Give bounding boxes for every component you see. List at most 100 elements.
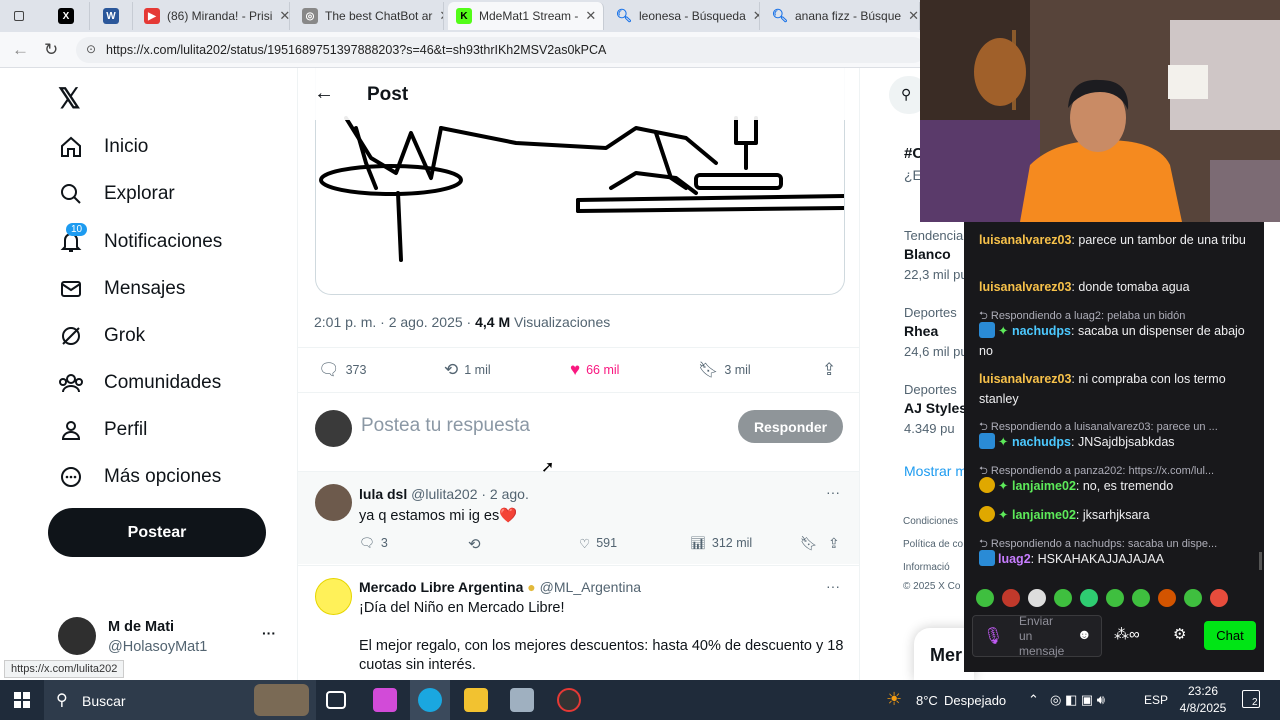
back-arrow-icon[interactable]: ← bbox=[314, 82, 334, 105]
tab-actions-icon[interactable] bbox=[6, 2, 32, 30]
system-tray-icons[interactable]: ◎ ◧ ▣ 🔊︎ bbox=[1050, 692, 1105, 708]
tab-youtube[interactable]: ▶ (86) Miranda! - Prisi ✕ bbox=[136, 2, 290, 30]
show-more-link[interactable]: Mostrar m bbox=[904, 463, 967, 479]
author-name[interactable]: Mercado Libre Argentina bbox=[359, 579, 523, 595]
nav-item-notificaciones[interactable]: 10 Notificaciones bbox=[58, 223, 222, 255]
emote-icon[interactable] bbox=[1158, 589, 1176, 607]
chat-username[interactable]: nachudps bbox=[1012, 435, 1071, 449]
close-icon[interactable]: ✕ bbox=[753, 8, 759, 24]
close-icon[interactable]: ✕ bbox=[585, 8, 596, 24]
author-name[interactable]: lula dsl bbox=[359, 486, 407, 502]
close-icon[interactable]: ✕ bbox=[279, 8, 289, 24]
badge-icon bbox=[979, 433, 995, 449]
footer-link[interactable]: Informació bbox=[903, 562, 950, 573]
tab-kick[interactable]: K MdeMat1 Stream - ✕ bbox=[448, 2, 604, 30]
language-indicator[interactable]: ESP bbox=[1144, 693, 1168, 707]
nav-item-inicio[interactable]: Inicio bbox=[58, 134, 148, 160]
chat-username[interactable]: luisanalvarez03 bbox=[979, 280, 1071, 294]
chat-send-button[interactable]: Chat bbox=[1204, 621, 1256, 650]
tab-x[interactable]: X bbox=[50, 2, 90, 30]
notifications-icon[interactable]: 2 bbox=[1242, 690, 1260, 708]
file-explorer-icon[interactable] bbox=[464, 688, 488, 712]
emote-icon[interactable] bbox=[1054, 589, 1072, 607]
windows-start-icon[interactable] bbox=[14, 692, 30, 708]
copilot-icon[interactable] bbox=[373, 688, 397, 712]
more-icon[interactable]: ··· bbox=[826, 578, 840, 594]
clock-time[interactable]: 23:26 bbox=[1178, 684, 1228, 698]
tab-search-leonesa[interactable]: 🔍︎ leonesa - Búsqueda ✕ bbox=[608, 2, 760, 30]
emoji-icon[interactable]: ☻ bbox=[1077, 626, 1092, 642]
app-icon[interactable] bbox=[510, 688, 534, 712]
reply-tweet[interactable]: lula dsl @lulita202 · 2 ago. ··· ya q es… bbox=[298, 472, 859, 564]
tab-word[interactable]: W bbox=[95, 2, 133, 30]
views-count: 4,4 M bbox=[475, 314, 511, 330]
edge-icon[interactable] bbox=[418, 688, 442, 712]
tab-chatbot[interactable]: ◎ The best ChatBot ar ✕ bbox=[294, 2, 444, 30]
reply-button[interactable]: Responder bbox=[738, 410, 843, 443]
nav-item-mas-opciones[interactable]: Más opciones bbox=[58, 464, 221, 490]
share-icon[interactable]: ⇪ bbox=[828, 535, 840, 552]
site-info-icon[interactable]: ⊙ bbox=[86, 42, 96, 56]
trend-name[interactable]: Rhea bbox=[904, 323, 938, 339]
microphone-icon[interactable]: 🎙︎ bbox=[983, 626, 1003, 646]
emote-icon[interactable] bbox=[1210, 589, 1228, 607]
chat-input[interactable]: 🎙︎ Enviar un mensaje ☻ bbox=[972, 614, 1102, 658]
emote-icon[interactable] bbox=[1132, 589, 1150, 607]
weather-text[interactable]: Despejado bbox=[944, 693, 1006, 708]
emote-icon[interactable] bbox=[1184, 589, 1202, 607]
nav-item-comunidades[interactable]: Comunidades bbox=[58, 370, 221, 396]
trend-name[interactable]: Blanco bbox=[904, 246, 951, 262]
account-switcher[interactable]: M de Mati @HolasoyMat1 ··· bbox=[58, 615, 283, 660]
chat-scrollbar[interactable] bbox=[1259, 552, 1262, 570]
settings-gear-icon[interactable]: ⚙ bbox=[1173, 625, 1186, 643]
chevron-up-icon[interactable]: ⌃ bbox=[1028, 692, 1039, 708]
close-icon[interactable]: ✕ bbox=[908, 8, 919, 24]
taskbar-search[interactable]: ⚲ Buscar bbox=[44, 680, 316, 720]
views-action[interactable]: 📊︎ 312 mil bbox=[690, 536, 752, 551]
repost-icon[interactable]: ⟲ bbox=[468, 535, 481, 553]
bits-icon[interactable]: ⁂∞ bbox=[1114, 625, 1140, 643]
chat-username[interactable]: lanjaime02 bbox=[1012, 508, 1076, 522]
emote-icon[interactable] bbox=[1002, 589, 1020, 607]
nav-item-grok[interactable]: Grok bbox=[58, 323, 145, 349]
clock-date[interactable]: 4/8/2025 bbox=[1172, 701, 1234, 715]
chat-username[interactable]: luisanalvarez03 bbox=[979, 372, 1071, 386]
trend-name[interactable]: AJ Styles bbox=[904, 400, 967, 416]
close-icon[interactable]: ✕ bbox=[439, 8, 443, 24]
chat-username[interactable]: luag2 bbox=[998, 552, 1031, 566]
back-arrow-icon[interactable]: ← bbox=[12, 40, 29, 60]
emote-icon[interactable] bbox=[1106, 589, 1124, 607]
weather-temp[interactable]: 8°C bbox=[916, 693, 938, 708]
like-action[interactable]: ♥ 66 mil bbox=[570, 360, 619, 380]
reply-input[interactable]: Postea tu respuesta bbox=[361, 415, 530, 437]
footer-link[interactable]: Condiciones bbox=[903, 516, 958, 527]
emote-icon[interactable] bbox=[976, 589, 994, 607]
like-action[interactable]: ♡ 591 bbox=[579, 536, 617, 551]
share-icon[interactable]: ⇪ bbox=[822, 360, 836, 380]
chat-username[interactable]: luisanalvarez03 bbox=[979, 233, 1071, 247]
url-input[interactable]: ⊙ https://x.com/lulita202/status/1951689… bbox=[76, 37, 926, 63]
emote-icon[interactable] bbox=[1080, 589, 1098, 607]
reload-icon[interactable]: ↻ bbox=[44, 40, 58, 60]
task-view-icon[interactable] bbox=[326, 691, 346, 709]
emote-icon[interactable] bbox=[1028, 589, 1046, 607]
nav-item-mensajes[interactable]: Mensajes bbox=[58, 276, 185, 302]
obs-icon[interactable] bbox=[557, 688, 581, 712]
tab-search-anana[interactable]: 🔍︎ anana fizz - Búsque ✕ bbox=[764, 2, 920, 30]
footer-link[interactable]: Política de co bbox=[903, 539, 963, 550]
post-button[interactable]: Postear bbox=[48, 508, 266, 557]
nav-item-perfil[interactable]: Perfil bbox=[58, 417, 147, 443]
reply-action[interactable]: 🗨︎ 373 bbox=[318, 360, 366, 380]
nav-item-explorar[interactable]: Explorar bbox=[58, 181, 175, 207]
more-icon[interactable]: ··· bbox=[262, 625, 276, 641]
reply-action[interactable]: 🗨︎ 3 bbox=[359, 536, 388, 551]
x-logo-icon[interactable]: 𝕏 bbox=[58, 82, 81, 115]
chat-username[interactable]: nachudps bbox=[1012, 324, 1071, 338]
repost-action[interactable]: ⟲ 1 mil bbox=[444, 360, 491, 380]
chat-username[interactable]: lanjaime02 bbox=[1012, 479, 1076, 493]
avatar bbox=[315, 410, 352, 447]
promoted-tweet[interactable]: Mercado Libre Argentina ● @ML_Argentina … bbox=[298, 566, 859, 680]
bookmark-icon[interactable]: 🔖︎ bbox=[800, 535, 818, 552]
bookmark-action[interactable]: 🔖︎ 3 mil bbox=[698, 360, 751, 380]
more-icon[interactable]: ··· bbox=[826, 484, 840, 500]
